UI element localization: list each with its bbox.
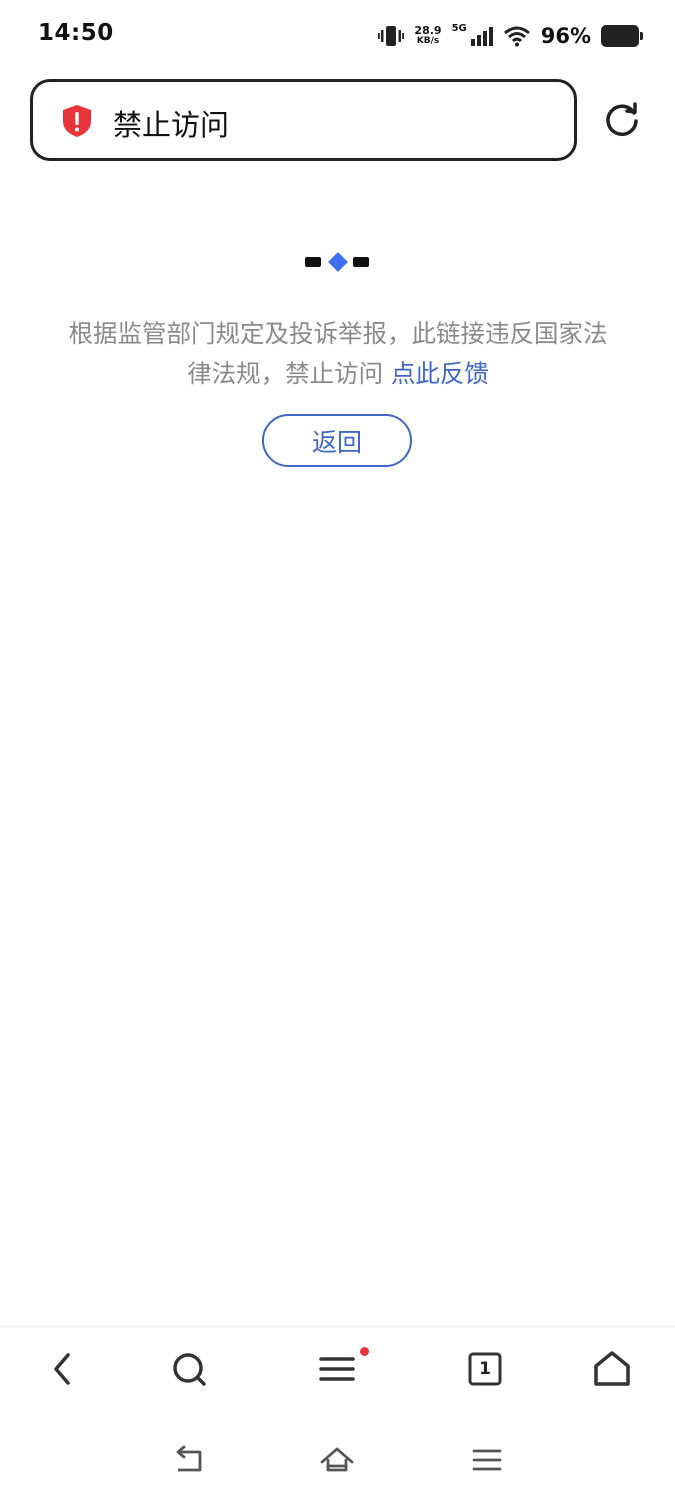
- return-button[interactable]: 返回: [262, 414, 412, 467]
- network-speed: 28.9 KB/s: [414, 25, 441, 47]
- system-back-icon[interactable]: [170, 1442, 206, 1478]
- status-bar: 14:50 28.9 KB/s 5G 96%: [0, 0, 675, 72]
- home-icon: [594, 1351, 630, 1386]
- speed-value: 28.9: [414, 24, 442, 37]
- loading-indicator: [305, 252, 369, 272]
- back-icon: [54, 1353, 70, 1385]
- menu-notification-dot: [360, 1347, 369, 1356]
- shield-alert-icon: [63, 105, 91, 137]
- signal-icon: [470, 27, 493, 46]
- menu-button[interactable]: [315, 1347, 359, 1391]
- status-icons: 28.9 KB/s 5G 96%: [378, 20, 643, 52]
- search-button[interactable]: [167, 1347, 211, 1391]
- tabs-button[interactable]: 1: [463, 1347, 507, 1391]
- menu-icon: [319, 1357, 355, 1381]
- vibrate-icon: [378, 26, 405, 46]
- blocked-message: 根据监管部门规定及投诉举报，此链接违反国家法律法规，禁止访问 点此反馈: [62, 314, 614, 394]
- home-button[interactable]: [590, 1347, 634, 1391]
- search-icon: [173, 1353, 206, 1386]
- back-button[interactable]: [40, 1347, 84, 1391]
- page-title: 禁止访问: [113, 108, 230, 142]
- wifi-icon: [503, 26, 530, 47]
- blocked-message-text: 根据监管部门规定及投诉举报，此链接违反国家法律法规，禁止访问: [68, 319, 608, 388]
- system-navigation-bar: [0, 1430, 675, 1500]
- refresh-icon[interactable]: [603, 101, 641, 139]
- speed-unit: KB/s: [416, 36, 440, 46]
- status-time: 14:50: [38, 20, 114, 46]
- battery-percent: 96%: [540, 24, 591, 48]
- tab-count: 1: [479, 1359, 491, 1379]
- system-recents-icon[interactable]: [469, 1442, 505, 1478]
- network-type: 5G: [451, 22, 467, 34]
- system-home-icon[interactable]: [319, 1442, 355, 1478]
- feedback-link[interactable]: 点此反馈: [391, 359, 489, 388]
- bottom-toolbar: 1: [0, 1326, 675, 1426]
- address-bar[interactable]: 禁止访问: [30, 79, 577, 161]
- battery-icon: [601, 25, 643, 47]
